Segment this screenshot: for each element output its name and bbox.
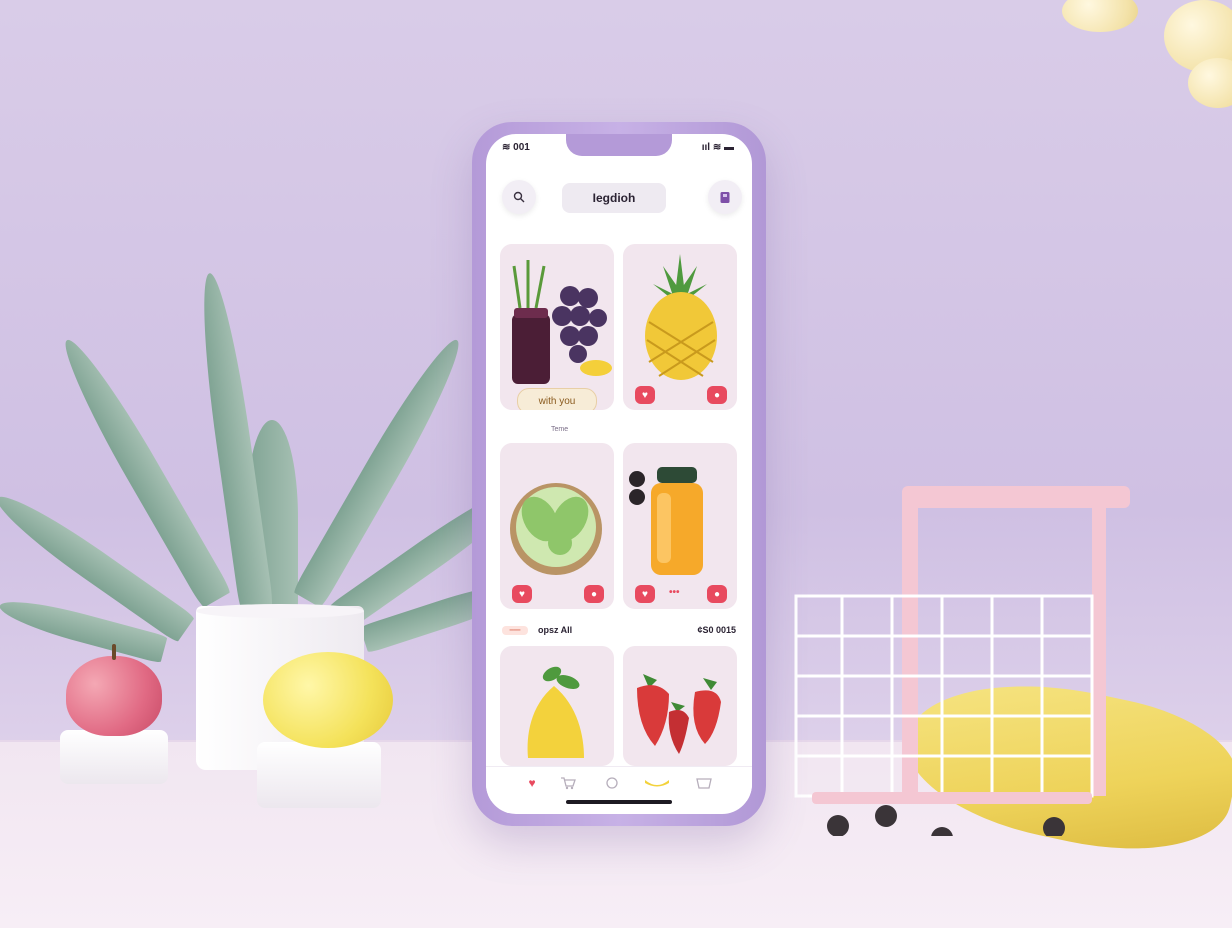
bag-icon: [720, 192, 730, 203]
shopping-cart-decoration: [794, 486, 1130, 836]
banana-icon: [645, 780, 669, 787]
tab-cart[interactable]: [558, 775, 578, 791]
heart-icon: ♥: [642, 588, 648, 600]
cart-icon: [561, 777, 576, 790]
apple-stem: [112, 644, 116, 660]
cabbage-bowl-image: [510, 483, 602, 575]
product-card-cabbage[interactable]: ♥ ●: [500, 443, 614, 609]
add-to-cart-button[interactable]: ●: [707, 585, 727, 603]
add-to-cart-button[interactable]: ●: [707, 386, 727, 404]
section-tag: ━━━: [502, 626, 528, 635]
section-header: ━━━ opsz All ¢Ѕ0 0015: [500, 624, 740, 640]
search-icon: [513, 191, 525, 203]
basket-icon: [696, 778, 712, 789]
favorite-button[interactable]: ♥: [635, 386, 655, 404]
home-indicator: [566, 800, 672, 804]
pineapple-image: [645, 254, 717, 380]
apple-decoration: [66, 656, 162, 736]
circle-icon: [606, 777, 618, 789]
cart-add-icon: ●: [713, 588, 721, 600]
status-time: ≋ 001: [502, 142, 530, 153]
tab-bar: ♥: [486, 766, 752, 801]
status-bar: ≋ 001 ııl ≋ ▬: [486, 142, 752, 158]
lemon-image: [527, 666, 584, 758]
product-card-lemon[interactable]: [500, 646, 614, 766]
product-card-strawberry[interactable]: [623, 646, 737, 766]
tab-home[interactable]: [602, 775, 622, 791]
heart-icon: ♥: [642, 389, 648, 401]
add-to-cart-button[interactable]: ●: [584, 585, 604, 603]
apple-pedestal: [60, 730, 168, 784]
cart-add-icon: ●: [713, 389, 721, 401]
favorite-button[interactable]: ♥: [512, 585, 532, 603]
language-selector[interactable]: Iegdioh: [562, 183, 666, 213]
product-card-pineapple[interactable]: ♥ ●: [623, 244, 737, 410]
product-card-juice[interactable]: ♥ ••• ●: [623, 443, 737, 609]
status-indicators: ııl ≋ ▬: [701, 142, 734, 153]
grapes-juice-image: [512, 260, 612, 384]
cart-add-icon: ●: [590, 588, 598, 600]
balloon-decoration: [1062, 0, 1138, 32]
orange-juice-image: [629, 467, 703, 575]
plant-pot-rim: [196, 604, 364, 618]
badge-with-you[interactable]: with you: [517, 388, 597, 410]
product-card-grapes[interactable]: with you: [500, 244, 614, 410]
card-caption: Teme: [551, 426, 569, 433]
lemon-pedestal: [257, 742, 381, 808]
search-button[interactable]: [502, 180, 536, 214]
balloon-decoration: [1188, 58, 1232, 108]
card-indicator-dots: •••: [669, 587, 680, 598]
tab-basket[interactable]: [694, 775, 714, 791]
phone-frame: ≋ 001 ııl ≋ ▬ Iegdioh with you ♥ ● Teme …: [472, 122, 766, 826]
strawberry-image: [637, 674, 721, 754]
tab-favorites[interactable]: ♥: [522, 775, 542, 791]
heart-icon: ♥: [528, 776, 536, 790]
bag-button[interactable]: [708, 180, 742, 214]
heart-icon: ♥: [519, 588, 525, 600]
app-header: Iegdioh: [486, 178, 752, 218]
app-screen: ≋ 001 ııl ≋ ▬ Iegdioh with you ♥ ● Teme …: [486, 134, 752, 814]
favorite-button[interactable]: ♥: [635, 585, 655, 603]
section-meta: ¢Ѕ0 0015: [697, 625, 736, 635]
section-title[interactable]: opsz All: [538, 625, 572, 635]
lemon-decoration: [263, 652, 393, 748]
tab-fruits[interactable]: [642, 775, 672, 791]
